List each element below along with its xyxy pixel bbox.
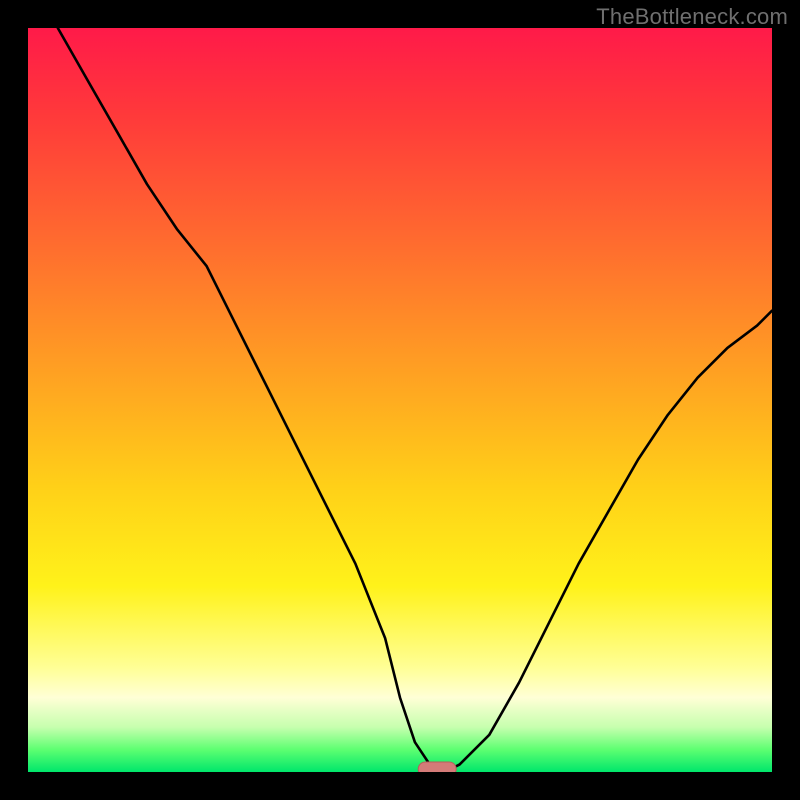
plot-area — [28, 28, 772, 772]
chart-frame: TheBottleneck.com — [0, 0, 800, 800]
bottleneck-curve — [58, 28, 772, 772]
chart-svg — [28, 28, 772, 772]
optimum-marker — [418, 762, 456, 772]
watermark-text: TheBottleneck.com — [596, 4, 788, 30]
